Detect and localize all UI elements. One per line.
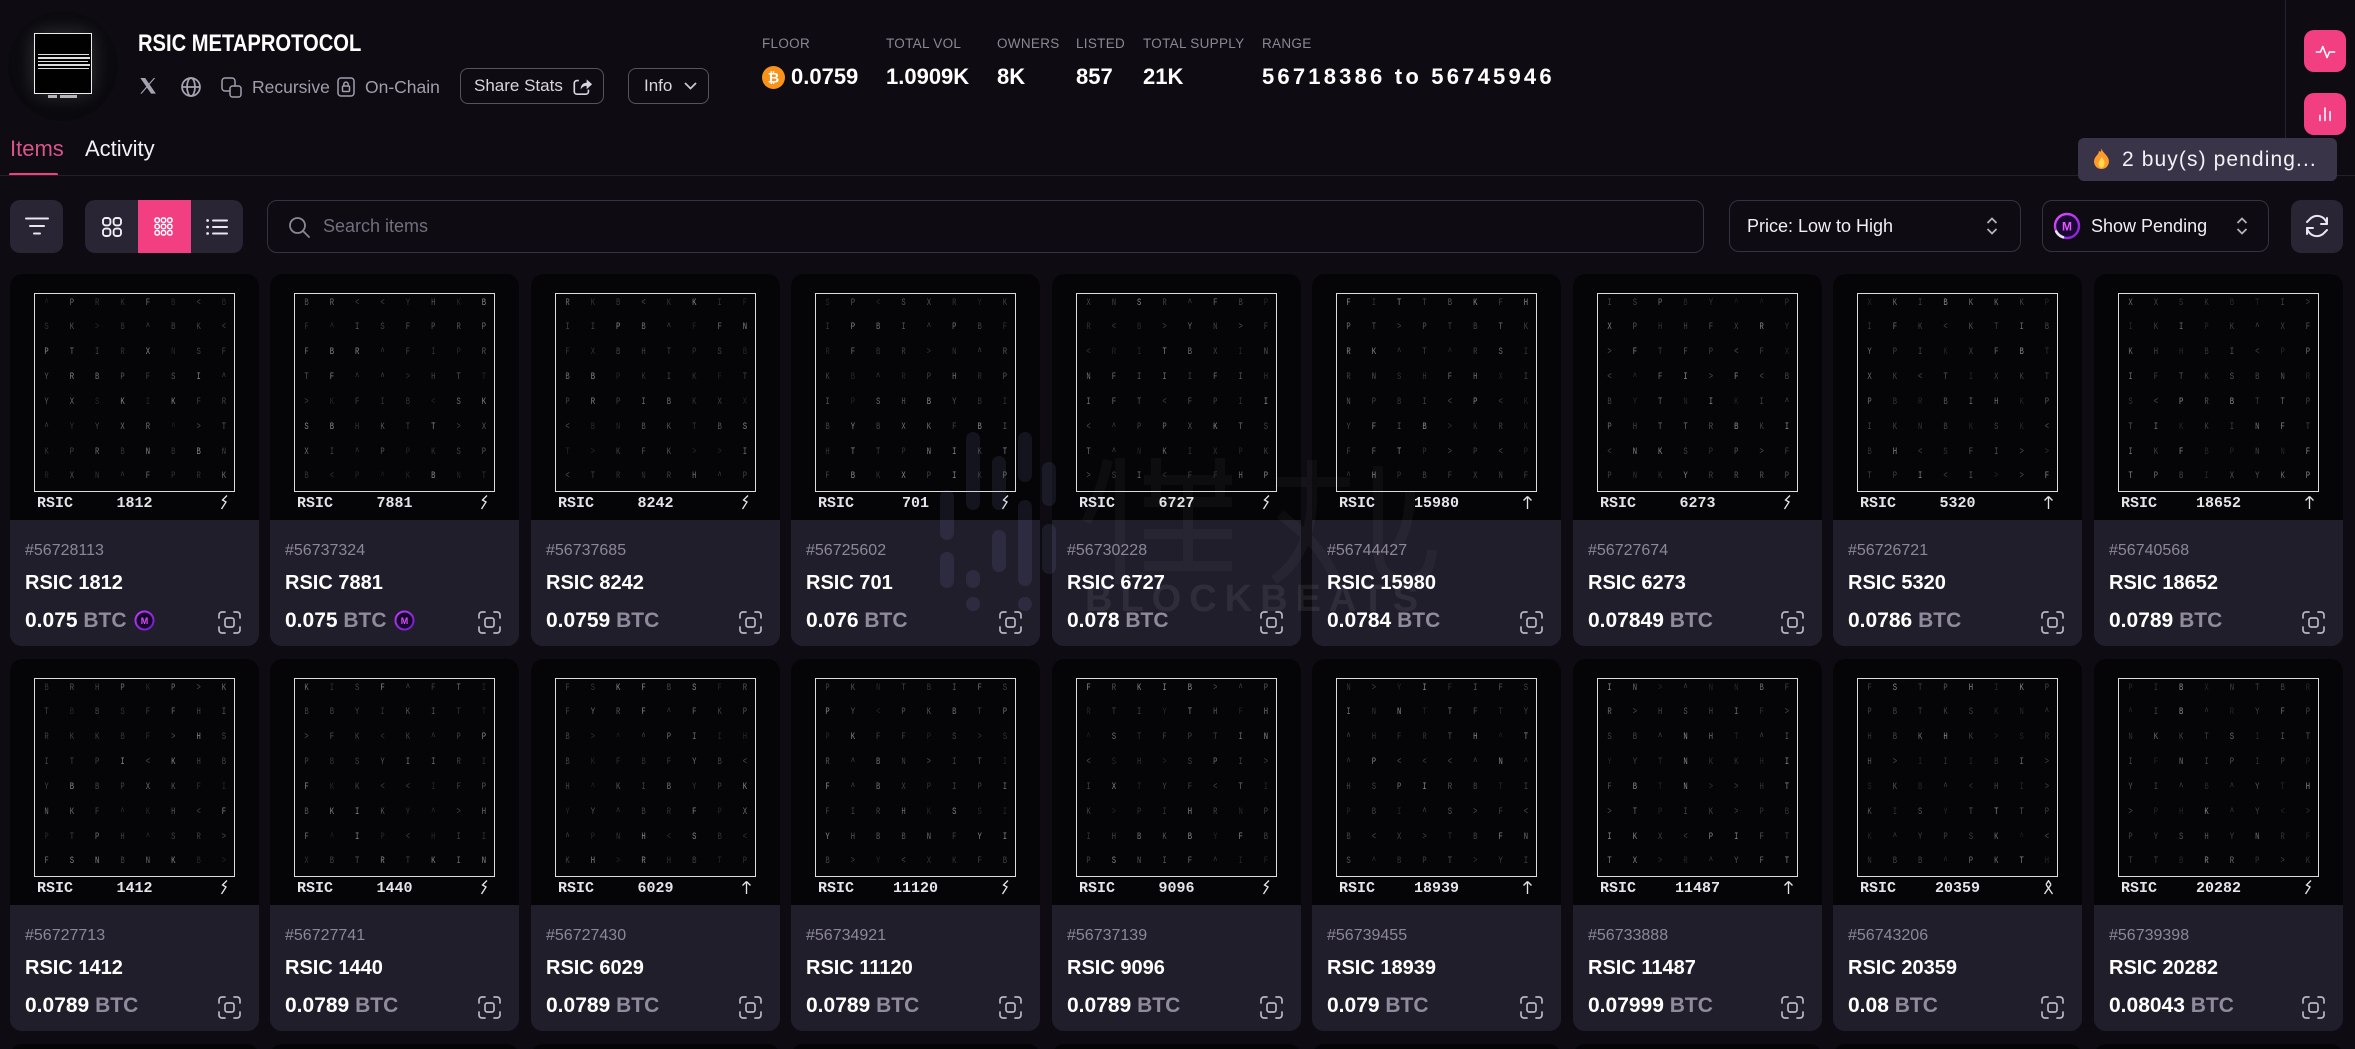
- svg-text:M: M: [400, 616, 408, 626]
- svg-text:₿: ₿: [768, 69, 779, 85]
- svg-text:M: M: [140, 616, 148, 626]
- svg-text:M: M: [2062, 220, 2072, 234]
